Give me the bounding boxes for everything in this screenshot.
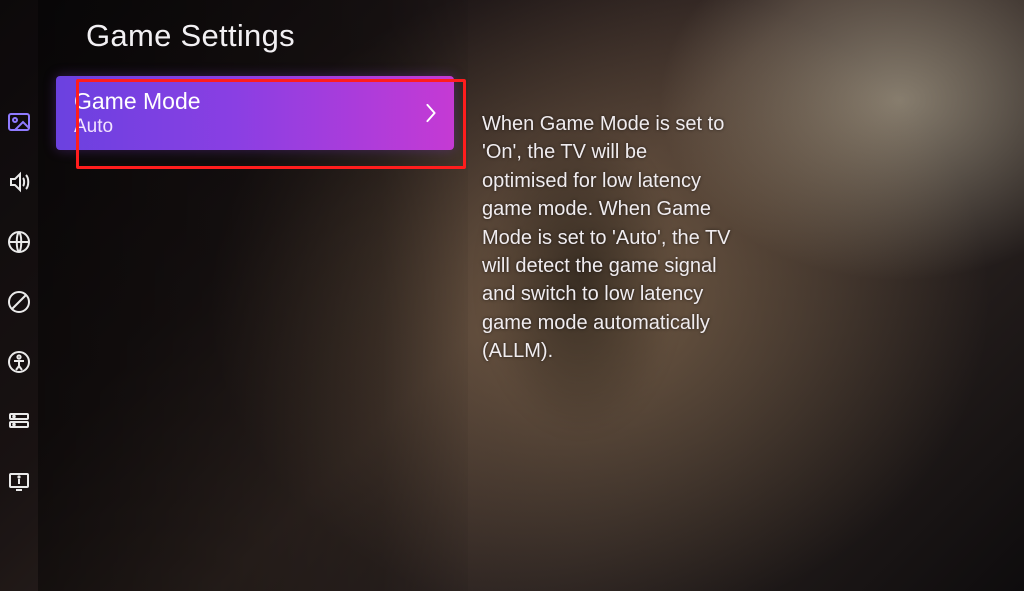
audio-icon[interactable] — [7, 170, 31, 194]
chevron-right-icon — [420, 102, 442, 124]
settings-panel: Game Settings Game Mode Auto — [38, 0, 468, 591]
row-value: Auto — [74, 116, 410, 138]
page-title: Game Settings — [86, 18, 454, 54]
no-signal-icon[interactable] — [7, 290, 31, 314]
accessibility-icon[interactable] — [7, 350, 31, 374]
system-icon[interactable] — [7, 410, 31, 434]
setting-description: When Game Mode is set to 'On', the TV wi… — [482, 110, 732, 366]
row-label: Game Mode — [74, 88, 410, 114]
network-icon[interactable] — [7, 230, 31, 254]
picture-icon[interactable] — [7, 110, 31, 134]
settings-category-rail — [0, 0, 38, 591]
about-icon[interactable] — [7, 470, 31, 494]
game-mode-row[interactable]: Game Mode Auto — [56, 76, 454, 150]
